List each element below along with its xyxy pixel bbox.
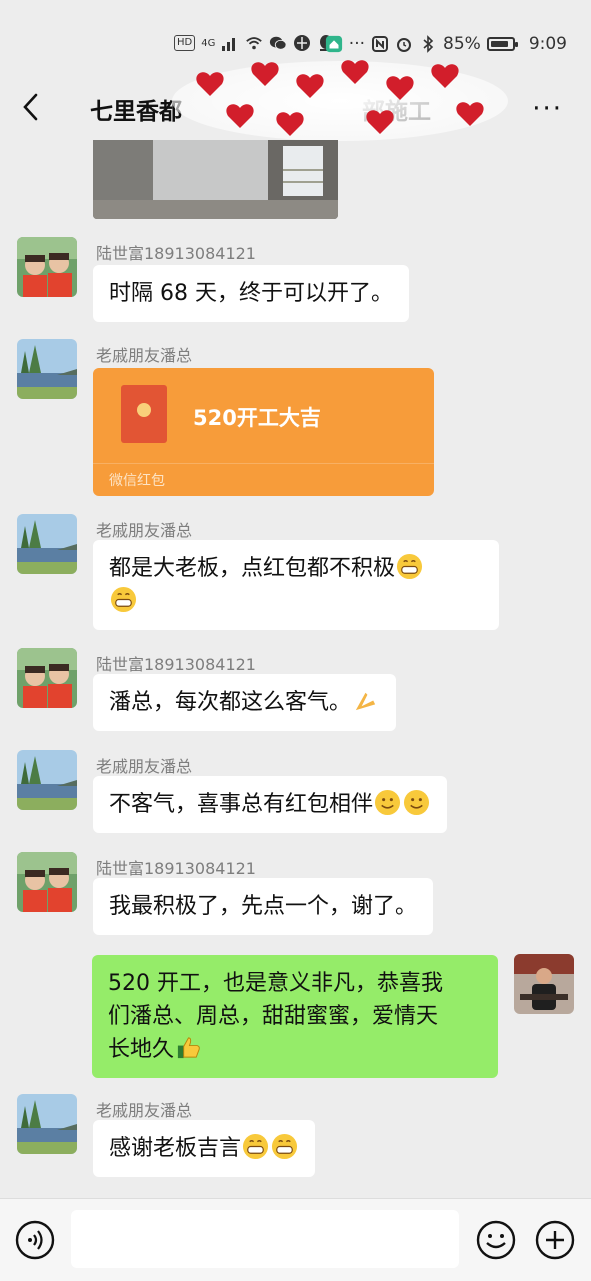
message-input[interactable]	[71, 1210, 459, 1268]
battery-icon	[486, 37, 518, 51]
message-text: 时隔 68 天，终于可以开了。	[109, 281, 393, 306]
message-text-line2: 们潘总、周总，甜甜蜜蜜，爱情天	[108, 1004, 439, 1029]
grinning-emoji-icon	[110, 586, 137, 613]
chevron-left-icon[interactable]	[20, 92, 42, 122]
grinning-emoji-icon	[396, 553, 423, 580]
chat-title-text: 七里香都	[90, 99, 182, 125]
status-left: HD 4G	[174, 34, 335, 52]
hd-badge: HD	[174, 35, 196, 51]
wifi-icon	[246, 37, 263, 50]
sender-name: 陆世富18913084121	[96, 244, 256, 263]
nfc-icon	[372, 36, 389, 52]
message-bubble[interactable]: 感谢老板吉言	[93, 1120, 316, 1177]
message-bubble[interactable]: 时隔 68 天，终于可以开了。	[93, 265, 409, 322]
voice-icon[interactable]	[15, 1220, 55, 1260]
sender-name: 老戚朋友潘总	[96, 757, 193, 776]
message-bubble[interactable]: 都是大老板，点红包都不积极	[93, 540, 499, 630]
sender-name: 老戚朋友潘总	[96, 521, 193, 540]
message-text: 感谢老板吉言	[109, 1136, 242, 1161]
sender-name: 陆世富18913084121	[96, 655, 256, 674]
room-photo-graphic	[93, 140, 338, 219]
kids-avatar-graphic	[17, 237, 77, 297]
avatar-lake[interactable]	[17, 750, 77, 810]
red-packet-title: 520开工大吉	[193, 406, 321, 430]
kids-avatar-graphic	[17, 648, 77, 708]
thumbs-up-emoji-icon	[177, 1037, 200, 1059]
wechat-icon	[270, 36, 287, 50]
praying-hands-emoji-icon	[355, 692, 376, 711]
grinning-emoji-icon	[242, 1133, 269, 1160]
grinning-emoji-icon	[271, 1133, 298, 1160]
browser-icon	[294, 35, 311, 51]
lake-avatar-graphic	[17, 1094, 77, 1154]
message-bubble[interactable]: 我最积极了，先点一个，谢了。	[93, 878, 434, 935]
app-house-icon	[325, 35, 342, 53]
avatar-kids[interactable]	[17, 237, 77, 297]
red-packet-card[interactable]: 520开工大吉 微信红包	[93, 368, 434, 496]
avatar-lake[interactable]	[17, 514, 77, 574]
smile-emoji-icon	[403, 789, 430, 816]
lake-avatar-graphic	[17, 750, 77, 810]
lake-avatar-graphic	[17, 339, 77, 399]
alarm-icon	[397, 38, 412, 52]
clock: 9:09	[528, 34, 567, 54]
message-text: 不客气，喜事总有红包相伴	[109, 792, 374, 817]
dots-icon: ···	[348, 34, 366, 54]
room-photo[interactable]	[93, 140, 338, 219]
plus-icon[interactable]	[535, 1220, 575, 1260]
sender-name: 老戚朋友潘总	[96, 346, 193, 365]
message-text: 潘总，每次都这么客气。	[109, 690, 352, 715]
chat-title-tail: 部施工	[362, 99, 431, 125]
battery-fill	[490, 41, 508, 47]
avatar-lake[interactable]	[17, 339, 77, 399]
signal-icon	[222, 38, 236, 51]
status-bar: HD 4G ··· 85% 9:09	[0, 0, 591, 80]
message-text-line3: 长地久	[108, 1037, 175, 1062]
bluetooth-icon	[423, 35, 434, 53]
red-envelope-icon	[121, 385, 167, 443]
chat-title: 七里香都 部施工	[90, 92, 431, 126]
battery-percent: 85%	[443, 34, 481, 54]
nav-bar: 七里香都 部施工 ···	[0, 80, 591, 136]
message-bubble[interactable]: 不客气，喜事总有红包相伴	[93, 776, 448, 833]
emoji-icon[interactable]	[476, 1220, 516, 1260]
lake-avatar-graphic	[17, 514, 77, 574]
network-type: 4G	[201, 37, 216, 49]
my-message-bubble[interactable]: 520 开工，也是意义非凡，恭喜我 们潘总、周总，甜甜蜜蜜，爱情天 长地久	[92, 955, 498, 1078]
avatar-lake[interactable]	[17, 1094, 77, 1154]
avatar-kids[interactable]	[17, 852, 77, 912]
sender-name: 陆世富18913084121	[96, 859, 256, 878]
message-text-line1: 520 开工，也是意义非凡，恭喜我	[108, 971, 443, 996]
kids-avatar-graphic	[17, 852, 77, 912]
more-dots-icon[interactable]: ···	[532, 96, 563, 122]
red-packet-label: 微信红包	[109, 473, 165, 489]
message-bubble[interactable]: 潘总，每次都这么客气。	[93, 674, 397, 731]
sender-name: 老戚朋友潘总	[96, 1101, 193, 1120]
smile-emoji-icon	[374, 789, 401, 816]
status-right: ··· 85% 9:09	[325, 34, 567, 54]
red-packet-footer: 微信红包	[93, 463, 434, 496]
avatar-kids[interactable]	[17, 648, 77, 708]
message-text: 都是大老板，点红包都不积极	[109, 556, 396, 581]
my-avatar-graphic	[514, 954, 574, 1014]
avatar-me[interactable]	[514, 954, 574, 1014]
message-text: 我最积极了，先点一个，谢了。	[109, 894, 418, 919]
input-bar	[0, 1198, 591, 1281]
